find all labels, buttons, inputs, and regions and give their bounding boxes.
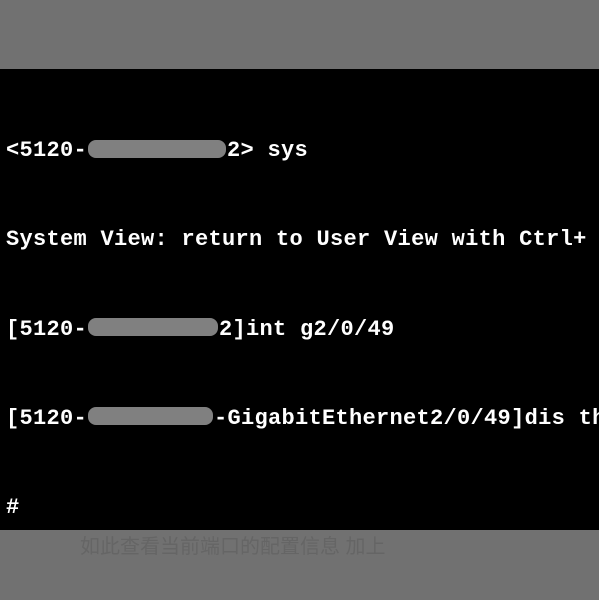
terminal-line: <5120- 2> sys xyxy=(6,136,595,166)
terminal-window[interactable]: <5120- 2> sys System View: return to User… xyxy=(0,69,599,530)
redacted-hostname xyxy=(88,318,218,336)
prompt-close: 2]int g2/0/49 xyxy=(219,317,395,342)
prompt-close: 2> sys xyxy=(227,138,308,163)
terminal-line: # xyxy=(6,493,595,523)
terminal-line: [5120- 2]int g2/0/49 xyxy=(6,315,595,345)
redacted-hostname xyxy=(88,407,213,425)
terminal-line: System View: return to User View with Ct… xyxy=(6,225,595,255)
prompt-open: [5120- xyxy=(6,406,87,431)
terminal-line: [5120--GigabitEthernet2/0/49]dis th xyxy=(6,404,595,434)
prompt-open: <5120- xyxy=(6,138,87,163)
redacted-hostname xyxy=(88,140,226,158)
prompt-open: [5120- xyxy=(6,317,87,342)
caption-text: 如此查看当前端口的配置信息 加上 xyxy=(0,530,599,559)
prompt-close: -GigabitEthernet2/0/49]dis th xyxy=(214,406,599,431)
